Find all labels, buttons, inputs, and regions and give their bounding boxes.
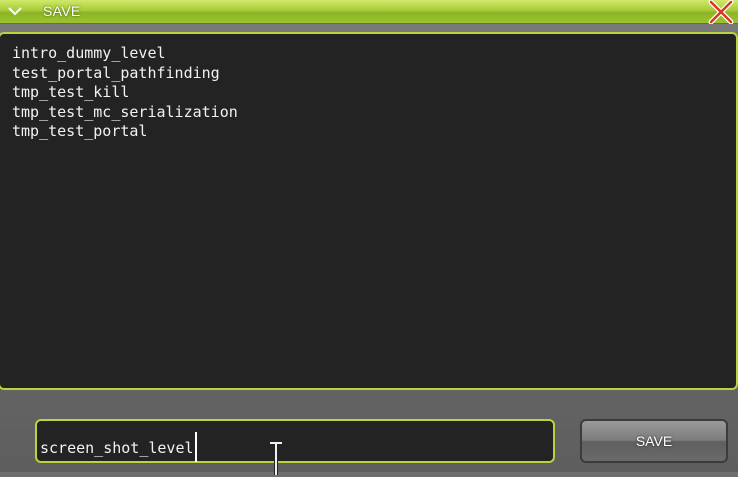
chevron-down-icon (8, 7, 22, 16)
close-icon (708, 0, 734, 24)
collapse-button[interactable] (4, 2, 26, 20)
save-button[interactable]: SAVE (580, 419, 728, 463)
list-item[interactable]: tmp_test_kill (12, 83, 736, 103)
close-button[interactable] (708, 0, 734, 24)
title-bar[interactable]: SAVE (0, 0, 738, 24)
text-caret (194, 432, 197, 462)
level-name-field[interactable]: screen_shot_level (35, 419, 555, 463)
list-item[interactable]: test_portal_pathfinding (12, 64, 736, 84)
list-item[interactable]: tmp_test_portal (12, 122, 736, 142)
level-file-list[interactable]: intro_dummy_level test_portal_pathfindin… (0, 32, 738, 390)
save-dialog: SAVE intro_dummy_level test_portal_pathf… (0, 0, 738, 475)
list-item[interactable]: tmp_test_mc_serialization (12, 103, 736, 123)
list-item[interactable]: intro_dummy_level (12, 44, 736, 64)
dialog-title: SAVE (43, 3, 81, 19)
level-name-value: screen_shot_level (40, 439, 194, 457)
